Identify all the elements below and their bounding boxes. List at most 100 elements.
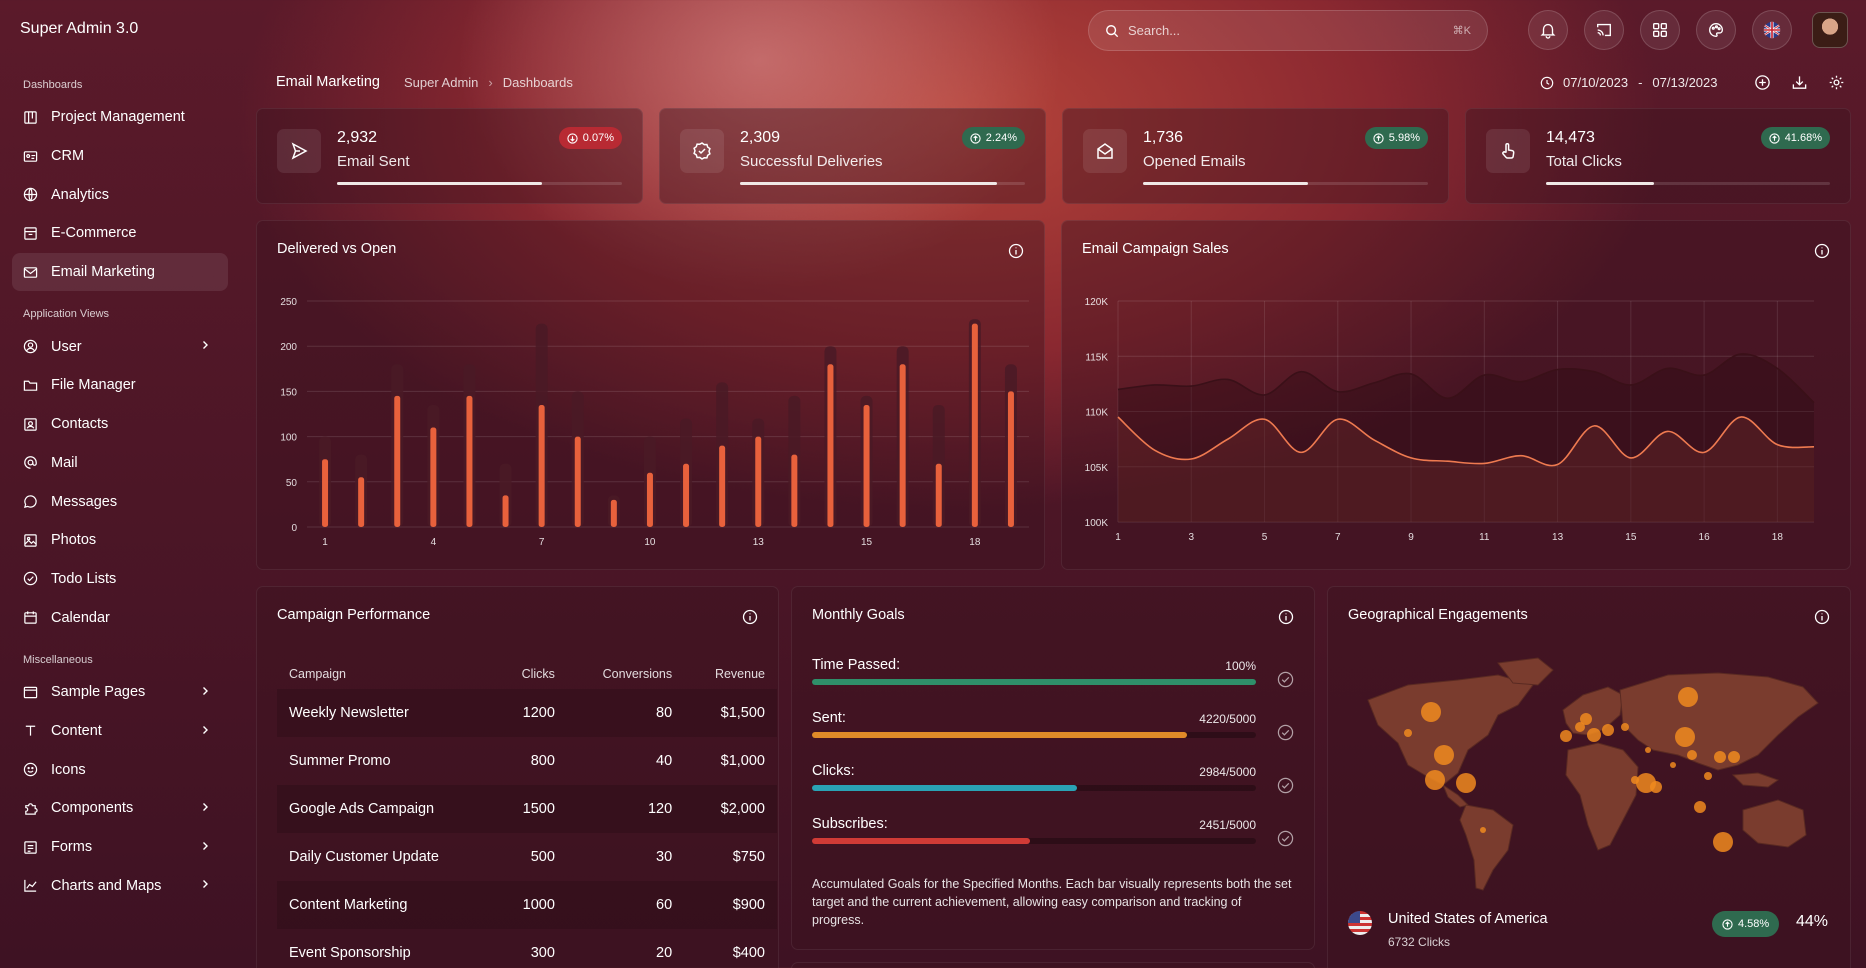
- app-title[interactable]: Super Admin 3.0: [20, 20, 138, 38]
- sidebar-item-messages[interactable]: Messages: [12, 482, 228, 521]
- sidebar-item-contacts[interactable]: Contacts: [12, 405, 228, 444]
- country-clicks: 6732 Clicks: [1388, 935, 1451, 949]
- sidebar-item-calendar[interactable]: Calendar: [12, 598, 228, 637]
- date-separator: -: [1638, 75, 1643, 90]
- mail-icon: [23, 266, 38, 278]
- world-map[interactable]: [1348, 655, 1828, 895]
- column-header[interactable]: Campaign: [277, 659, 495, 689]
- bar-open: [935, 463, 942, 527]
- table-row[interactable]: Google Ads Campaign 1500 120 $2,000: [277, 785, 777, 833]
- cell: Event Sponsorship: [289, 945, 411, 961]
- x-tick-label: 13: [1552, 532, 1564, 543]
- stat-value: 1,736: [1143, 129, 1184, 146]
- browser-icon: [23, 686, 38, 699]
- cell: 40: [656, 753, 673, 769]
- sidebar-item-label: Analytics: [51, 186, 110, 203]
- info-icon[interactable]: [1814, 609, 1830, 625]
- form-icon: [24, 840, 37, 854]
- notifications-button[interactable]: [1528, 10, 1568, 50]
- goal-sent: Sent: 4220/5000: [812, 710, 1294, 741]
- delivered-vs-open-chart: 0 50 100 150 200 250 1 4 7 10 13 15 18: [280, 297, 1029, 548]
- x-tick-label: 15: [861, 537, 873, 548]
- sidebar-item-forms[interactable]: Forms: [12, 828, 228, 867]
- sidebar-item-project-management[interactable]: Project Management: [12, 98, 228, 137]
- y-tick-label: 110K: [1085, 408, 1108, 419]
- engagement-marker: [1560, 730, 1572, 742]
- search-box[interactable]: Search... ⌘K: [1088, 10, 1488, 51]
- bar-open: [502, 495, 509, 527]
- sidebar-item-file-manager[interactable]: File Manager: [12, 366, 228, 405]
- engagement-marker: [1694, 801, 1706, 813]
- apps-button[interactable]: [1640, 10, 1680, 50]
- stat-card-opened-emails: 1,736 Opened Emails 5.98%: [1062, 108, 1449, 204]
- table-row[interactable]: Summer Promo 800 40 $1,000: [277, 737, 777, 785]
- add-icon[interactable]: [1754, 74, 1771, 91]
- sidebar-item-crm[interactable]: CRM: [12, 137, 228, 176]
- table-row[interactable]: Weekly Newsletter 1200 80 $1,500: [277, 689, 777, 737]
- date-range-picker[interactable]: 07/10/2023 - 07/13/2023: [1540, 75, 1718, 90]
- sidebar-item-label: E-Commerce: [51, 225, 137, 242]
- goal-subscribes: Subscribes: 2451/5000: [812, 816, 1294, 847]
- table-row[interactable]: Content Marketing 1000 60 $900: [277, 881, 777, 929]
- sidebar-item-sample-pages[interactable]: Sample Pages: [12, 673, 228, 712]
- search-input[interactable]: Search...: [1128, 23, 1180, 38]
- map-north-america: [1367, 674, 1534, 786]
- goal-label: Subscribes:: [812, 816, 888, 832]
- map-africa: [1565, 742, 1639, 851]
- check-circle-icon: [1277, 671, 1294, 688]
- check-circle-icon: [23, 572, 38, 586]
- sidebar-item-label: Forms: [51, 839, 93, 856]
- x-tick-label: 18: [1772, 532, 1784, 543]
- engagement-marker: [1621, 723, 1629, 731]
- sidebar-item-e-commerce[interactable]: E-Commerce: [12, 214, 228, 253]
- y-tick-label: 0: [291, 523, 297, 534]
- sidebar-item-label: Email Marketing: [51, 264, 155, 281]
- cast-button[interactable]: [1584, 10, 1624, 50]
- sidebar-item-photos[interactable]: Photos: [12, 521, 228, 560]
- sidebar-item-todo-lists[interactable]: Todo Lists: [12, 560, 228, 599]
- theme-button[interactable]: [1696, 10, 1736, 50]
- column-header[interactable]: Revenue: [684, 659, 777, 689]
- language-button[interactable]: [1752, 10, 1792, 50]
- card-title: Campaign Performance: [277, 607, 431, 623]
- y-tick-label: 115K: [1085, 352, 1108, 363]
- sidebar-item-icons[interactable]: Icons: [12, 750, 228, 789]
- table-row[interactable]: Daily Customer Update 500 30 $750: [277, 833, 777, 881]
- breadcrumb-item[interactable]: Dashboards: [503, 75, 573, 90]
- pointer-hand-icon: [1502, 143, 1515, 159]
- sidebar-item-email-marketing[interactable]: Email Marketing: [12, 252, 228, 292]
- sidebar-item-components[interactable]: Components: [12, 789, 228, 828]
- bar-open: [683, 463, 690, 527]
- sidebar-item-content[interactable]: Content: [12, 712, 228, 751]
- sidebar-item-user[interactable]: User: [12, 327, 228, 366]
- stat-change: 41.68%: [1784, 132, 1822, 144]
- goal-track: [812, 838, 1256, 844]
- column-header[interactable]: Clicks: [495, 659, 567, 689]
- download-icon[interactable]: [1791, 74, 1808, 91]
- engagement-marker: [1421, 702, 1441, 722]
- map-europe: [1562, 686, 1624, 736]
- stat-label: Opened Emails: [1143, 153, 1246, 170]
- user-avatar[interactable]: [1812, 12, 1848, 48]
- sidebar-item-charts-and-maps[interactable]: Charts and Maps: [12, 866, 228, 905]
- engagement-marker: [1687, 750, 1697, 760]
- info-icon[interactable]: [1278, 609, 1294, 625]
- table-row[interactable]: Event Sponsorship 300 20 $400: [277, 929, 777, 968]
- settings-gear-icon[interactable]: [1828, 74, 1845, 91]
- breadcrumb-item[interactable]: Super Admin: [404, 75, 478, 90]
- arrow-up-circle-icon: [1722, 918, 1733, 930]
- column-header[interactable]: Conversions: [567, 659, 684, 689]
- country-engagement-row[interactable]: United States of America 6732 Clicks 4.5…: [1348, 911, 1848, 961]
- info-icon[interactable]: [742, 609, 758, 625]
- sidebar-item-mail[interactable]: Mail: [12, 444, 228, 483]
- sidebar-item-label: Components: [51, 800, 134, 817]
- cell: 800: [530, 753, 555, 769]
- country-change: 4.58%: [1738, 918, 1770, 930]
- check-circle-icon: [1277, 830, 1294, 847]
- cell: 30: [656, 849, 673, 865]
- stat-label: Total Clicks: [1546, 153, 1622, 170]
- stat-card-total-clicks: 14,473 Total Clicks 41.68%: [1465, 108, 1851, 204]
- sidebar-item-analytics[interactable]: Analytics: [12, 175, 228, 214]
- x-tick-label: 18: [969, 537, 981, 548]
- x-tick-label: 7: [1335, 532, 1341, 543]
